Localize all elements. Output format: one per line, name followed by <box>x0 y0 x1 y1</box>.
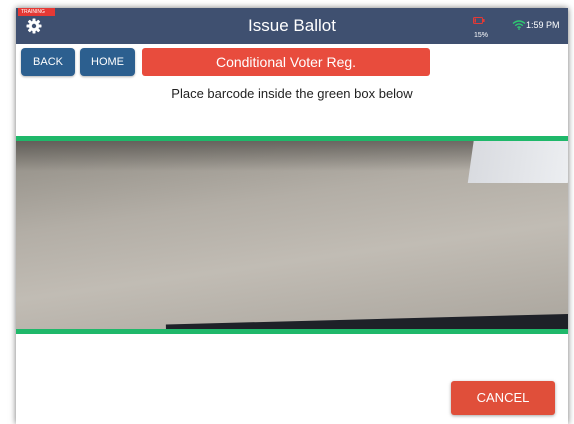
camera-preview <box>16 141 568 329</box>
clock-time: 1:59 PM <box>526 20 560 30</box>
cancel-button[interactable]: CANCEL <box>451 381 555 415</box>
scan-instruction: Place barcode inside the green box below <box>171 86 413 101</box>
back-button[interactable]: BACK <box>21 48 75 76</box>
gear-icon[interactable] <box>26 18 42 34</box>
camera-object <box>467 141 568 183</box>
header-bar: Issue Ballot TRAINING 15% 1:59 PM <box>16 8 568 44</box>
app-screen: Issue Ballot TRAINING 15% 1:59 PM BACK H… <box>16 8 568 424</box>
camera-desk-edge <box>165 313 568 329</box>
wifi-icon <box>512 20 526 30</box>
battery-percent: 15% <box>473 32 488 39</box>
training-badge: TRAINING <box>18 8 55 16</box>
home-button[interactable]: HOME <box>80 48 135 76</box>
battery-low-icon <box>473 17 485 24</box>
scan-guide-bottom <box>16 329 568 334</box>
mode-banner: Conditional Voter Reg. <box>142 48 430 76</box>
battery-indicator: 15% <box>470 16 492 42</box>
